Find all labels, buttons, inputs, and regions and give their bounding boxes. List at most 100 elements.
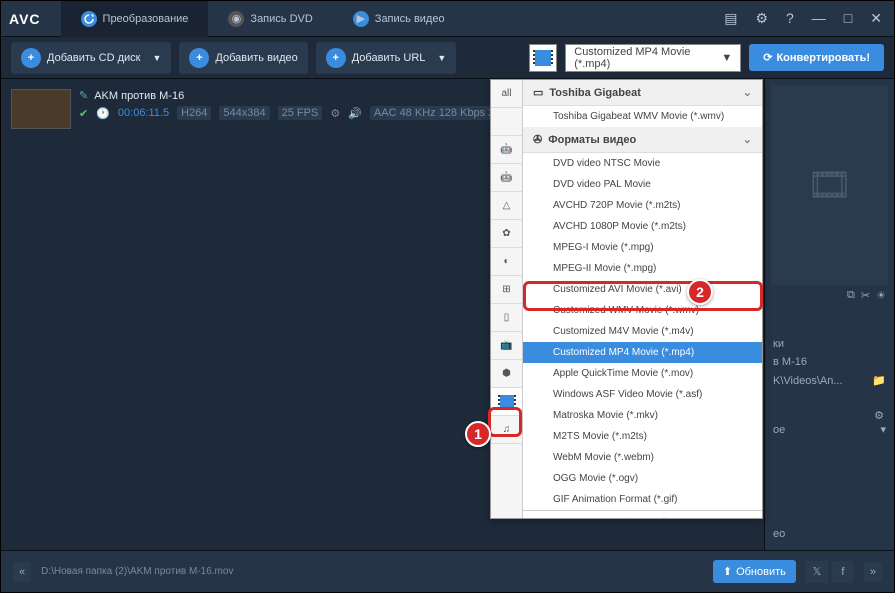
thumbnail	[11, 89, 71, 129]
format-item[interactable]: DVD video PAL Movie	[523, 174, 762, 195]
check-icon: ✔	[79, 107, 88, 120]
update-button[interactable]: ⬆ Обновить	[713, 560, 796, 583]
refresh-icon: ⟳	[763, 51, 772, 64]
item-title: AKM против M-16	[94, 90, 184, 102]
minimize-button[interactable]: —	[808, 8, 830, 29]
film-icon	[533, 50, 553, 66]
format-item[interactable]: Toshiba Gigabeat WMV Movie (*.wmv)	[523, 106, 762, 127]
maximize-button[interactable]: □	[840, 8, 856, 29]
add-video-button[interactable]: + Добавить видео	[179, 42, 307, 74]
cat-android-button[interactable]: 🤖	[491, 136, 522, 164]
format-item[interactable]: AVCHD 720P Movie (*.m2ts)	[523, 195, 762, 216]
toolbar: + Добавить CD диск▼ + Добавить видео + Д…	[1, 37, 894, 79]
tab-label: Запись DVD	[250, 13, 312, 25]
disc-icon: ◉	[228, 11, 244, 27]
pencil-icon[interactable]: ✎	[79, 89, 88, 102]
cat-apple-button[interactable]	[491, 108, 522, 136]
crop-icon[interactable]: ⧉	[847, 289, 855, 302]
format-item[interactable]: Customized MP4 Movie (*.mp4)	[523, 342, 762, 363]
statusbar: « D:\Новая папка (2)\AKM против M-16.mov…	[1, 550, 894, 592]
facebook-icon[interactable]: f	[832, 561, 854, 583]
path-short: K\Videos\An...	[773, 375, 843, 387]
fps: 25 FPS	[278, 106, 323, 120]
chevron-down-icon[interactable]: ▾	[880, 423, 886, 436]
tab-label: Преобразование	[103, 13, 189, 25]
expand-button[interactable]: »	[864, 562, 882, 582]
tab-record[interactable]: ▶ Запись видео	[333, 1, 465, 37]
collapse-icon: ⌄	[743, 86, 752, 99]
clock-icon: 🕐	[96, 107, 110, 120]
format-item[interactable]: WebM Movie (*.webm)	[523, 447, 762, 468]
cat-html5-button[interactable]: ⬢	[491, 360, 522, 388]
cat-video-button[interactable]	[491, 388, 522, 416]
tab-label: Запись видео	[375, 13, 445, 25]
tab-dvd[interactable]: ◉ Запись DVD	[208, 1, 332, 37]
format-item[interactable]: Customized AVI Movie (*.avi)	[523, 279, 762, 300]
collapse-icon: ⌄	[743, 133, 752, 146]
panel-label: ки	[773, 338, 784, 350]
collapse-button[interactable]: «	[13, 562, 31, 582]
tab-convert[interactable]: Преобразование	[61, 1, 209, 37]
folder-icon[interactable]: 📁	[872, 374, 886, 387]
format-display-button[interactable]	[529, 44, 557, 72]
format-group-header[interactable]: ✇ Форматы видео ⌄	[523, 127, 762, 153]
duration: 00:06:11.5	[118, 107, 169, 119]
device-icon: ▭	[533, 86, 543, 99]
format-item[interactable]: M2TS Movie (*.m2ts)	[523, 426, 762, 447]
globe-plus-icon: +	[326, 48, 346, 68]
annotation-badge-1: 1	[465, 421, 491, 447]
settings-icon[interactable]: ⚙	[330, 107, 340, 120]
reel-icon: ✇	[533, 133, 542, 146]
cat-tv-button[interactable]: 📺	[491, 332, 522, 360]
codec: H264	[177, 106, 211, 120]
resolution: 544x384	[219, 106, 269, 120]
cut-icon[interactable]: ✂	[861, 289, 870, 302]
cat-windows-button[interactable]: ⊞	[491, 276, 522, 304]
format-list: ▭ Toshiba Gigabeat ⌄ Toshiba Gigabeat WM…	[523, 80, 762, 518]
cat-mobile-button[interactable]: ▯	[491, 304, 522, 332]
filename: в M-16	[773, 356, 807, 368]
preview-area: 🎞	[771, 85, 888, 285]
format-item[interactable]: GIF Animation Format (*.gif)	[523, 489, 762, 510]
format-item[interactable]: MPEG-II Movie (*.mpg)	[523, 258, 762, 279]
chevron-down-icon: ▼	[721, 52, 732, 64]
cat-sony-button[interactable]: △	[491, 192, 522, 220]
dur-label: ое	[773, 424, 785, 436]
upload-icon: ⬆	[723, 565, 732, 578]
format-item[interactable]: Matroska Movie (*.mkv)	[523, 405, 762, 426]
app-logo: AVC	[9, 11, 41, 27]
cat-android2-button[interactable]: 🤖	[491, 164, 522, 192]
fx-icon[interactable]: ☀	[876, 289, 886, 302]
format-category-sidebar: all 🤖 🤖 △ ✿ ◐ ⊞ ▯ 📺 ⬢ ♫	[491, 80, 523, 518]
refresh-icon	[81, 11, 97, 27]
format-dropdown[interactable]: Customized MP4 Movie (*.mp4) ▼	[565, 44, 741, 72]
right-panel: 🎞 ⧉ ✂ ☀ ки в M-16 K\Videos\An...📁 ое▾ ⚙ …	[764, 79, 894, 550]
cat-lg-button[interactable]: ◐	[491, 248, 522, 276]
format-item[interactable]: OGG Movie (*.ogv)	[523, 468, 762, 489]
video-plus-icon: +	[189, 48, 209, 68]
add-url-button[interactable]: + Добавить URL▼	[316, 42, 457, 74]
film-icon	[498, 395, 516, 409]
format-item[interactable]: Customized WMV Movie (*.wmv)	[523, 300, 762, 321]
format-item[interactable]: Apple QuickTime Movie (*.mov)	[523, 363, 762, 384]
format-group-header[interactable]: ▭ Toshiba Gigabeat ⌄	[523, 80, 762, 106]
format-item[interactable]: MPEG-I Movie (*.mpg)	[523, 237, 762, 258]
close-button[interactable]: ✕	[866, 8, 886, 29]
cat-huawei-button[interactable]: ✿	[491, 220, 522, 248]
help-icon[interactable]: ?	[782, 8, 798, 29]
format-item[interactable]: Windows ASF Video Movie (*.asf)	[523, 384, 762, 405]
menu-icon[interactable]: ▤	[720, 8, 741, 29]
gear-icon[interactable]: ⚙	[751, 8, 772, 29]
gear-icon[interactable]: ⚙	[874, 409, 884, 422]
play-icon: ▶	[353, 11, 369, 27]
add-cd-button[interactable]: + Добавить CD диск▼	[11, 42, 171, 74]
cat-all-button[interactable]: all	[491, 80, 522, 108]
convert-button[interactable]: ⟳ Конвертировать!	[749, 44, 884, 71]
output-path: D:\Новая папка (2)\AKM против M-16.mov	[41, 566, 703, 577]
format-item[interactable]: Customized M4V Movie (*.m4v)	[523, 321, 762, 342]
volume-icon: 🔊	[348, 107, 362, 120]
cat-audio-button[interactable]: ♫	[491, 416, 522, 444]
format-item[interactable]: DVD video NTSC Movie	[523, 153, 762, 174]
twitter-icon[interactable]: 𝕏	[806, 561, 828, 583]
format-item[interactable]: AVCHD 1080P Movie (*.m2ts)	[523, 216, 762, 237]
